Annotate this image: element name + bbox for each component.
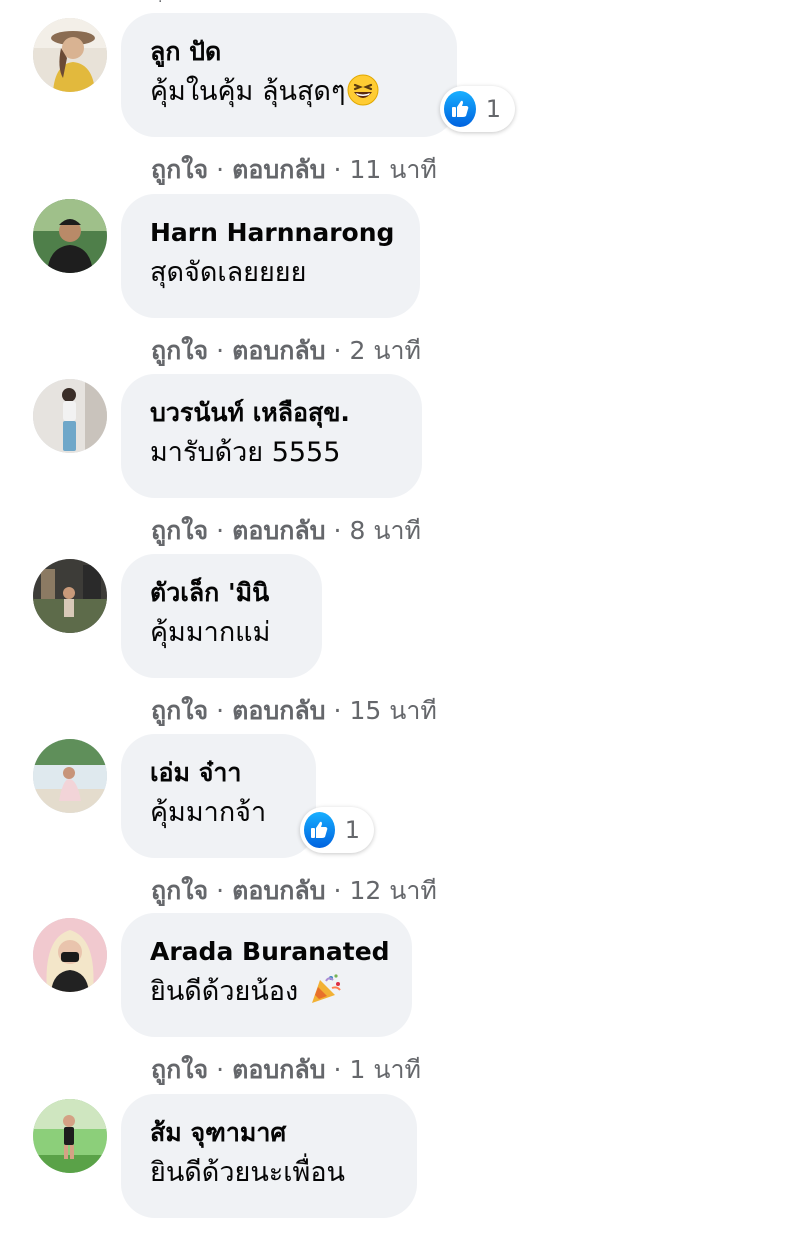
comment-text: คุ้มในคุ้ม ลุ้นสุดๆ <box>150 71 427 119</box>
comment-item: Harn Harnnarong สุดจัดเลยยยย ถูกใจ · ตอบกล… <box>0 194 800 379</box>
comment-author[interactable]: เอ่ม จ๋าา <box>150 754 286 792</box>
comment-actions: ถูกใจ · ตอบกลับ · 12 นาที <box>151 873 437 909</box>
reply-button[interactable]: ตอบกลับ <box>232 1055 325 1084</box>
comment-text: มารับด้วย 5555 <box>150 437 341 468</box>
reply-button[interactable]: ตอบกลับ <box>232 516 325 545</box>
comment-author[interactable]: Harn Harnnarong <box>150 214 394 252</box>
like-button[interactable]: ถูกใจ <box>151 876 208 905</box>
reaction-badge[interactable]: 1 <box>440 86 515 132</box>
separator-dot: · <box>333 1055 342 1084</box>
like-button[interactable]: ถูกใจ <box>151 1055 208 1084</box>
separator-dot: · <box>216 696 225 725</box>
reply-button[interactable]: ตอบกลับ <box>232 336 325 365</box>
separator-dot: · <box>216 876 225 905</box>
avatar-photo-icon <box>33 739 107 813</box>
avatar[interactable] <box>33 918 107 992</box>
comment-text-body: คุ้มในคุ้ม ลุ้นสุดๆ <box>150 76 346 107</box>
comment-text-body: ยินดีด้วยน้อง <box>150 976 299 1007</box>
avatar-photo-icon <box>33 918 107 992</box>
previous-comment-remnant: · <box>158 0 163 10</box>
avatar[interactable] <box>33 1099 107 1173</box>
avatar[interactable] <box>33 379 107 453</box>
reply-button[interactable]: ตอบกลับ <box>232 876 325 905</box>
comment-timestamp[interactable]: 1 นาที <box>350 1055 421 1084</box>
comment-item: Arada Buranated ยินดีด้วยน้อง ถูกใจ · ตอบก… <box>0 913 800 1098</box>
comment-bubble: Arada Buranated ยินดีด้วยน้อง <box>121 913 412 1037</box>
comment-item: เอ่ม จ๋าา คุ้มมากจ้า 1 ถูกใจ · ตอบกลับ · 12 … <box>0 734 800 919</box>
reaction-count: 1 <box>344 816 360 844</box>
separator-dot: · <box>333 696 342 725</box>
like-button[interactable]: ถูกใจ <box>151 336 208 365</box>
avatar-photo-icon <box>33 559 107 633</box>
comment-author[interactable]: ส้ม จุฑามาศ <box>150 1114 387 1152</box>
comment-text: คุ้มมากแม่ <box>150 617 271 648</box>
comment-bubble: บวรนันท์ เหลือสุข. มารับด้วย 5555 <box>121 374 422 498</box>
separator-dot: · <box>333 336 342 365</box>
party-popper-icon <box>309 972 343 1019</box>
comment-author[interactable]: ลูก ปัด <box>150 33 427 71</box>
avatar[interactable] <box>33 199 107 273</box>
comment-item: ส้ม จุฑามาศ ยินดีด้วยนะเพื่อน <box>0 1094 800 1236</box>
comment-timestamp[interactable]: 8 นาที <box>350 516 421 545</box>
comments-feed: · ลูก ปัด คุ้มในคุ้ม ลุ้นสุดๆ 1 ถูกใจ · … <box>0 0 800 1236</box>
comment-author[interactable]: บวรนันท์ เหลือสุข. <box>150 394 392 432</box>
comment-timestamp[interactable]: 12 นาที <box>350 876 437 905</box>
avatar-photo-icon <box>33 379 107 453</box>
comment-bubble: ตัวเล็ก 'มินิ คุ้มมากแม่ <box>121 554 322 678</box>
comment-actions: ถูกใจ · ตอบกลับ · 11 นาที <box>151 152 437 188</box>
separator-dot: · <box>216 336 225 365</box>
separator-dot: · <box>216 1055 225 1084</box>
reply-button[interactable]: ตอบกลับ <box>232 696 325 725</box>
reaction-count: 1 <box>485 95 501 123</box>
like-button[interactable]: ถูกใจ <box>151 516 208 545</box>
separator-dot: · <box>333 516 342 545</box>
comment-text: คุ้มมากจ้า <box>150 797 267 828</box>
avatar-photo-icon <box>33 18 107 92</box>
comment-bubble: ลูก ปัด คุ้มในคุ้ม ลุ้นสุดๆ <box>121 13 457 137</box>
comment-actions: ถูกใจ · ตอบกลับ · 8 นาที <box>151 513 421 549</box>
avatar[interactable] <box>33 18 107 92</box>
comment-actions: ถูกใจ · ตอบกลับ · 1 นาที <box>151 1052 421 1088</box>
avatar-photo-icon <box>33 1099 107 1173</box>
comment-text: ยินดีด้วยน้อง <box>150 971 382 1019</box>
comment-bubble: Harn Harnnarong สุดจัดเลยยยย <box>121 194 420 318</box>
separator-dot: · <box>333 155 342 184</box>
comment-item: ลูก ปัด คุ้มในคุ้ม ลุ้นสุดๆ 1 ถูกใจ · ตอบก… <box>0 13 800 198</box>
comment-timestamp[interactable]: 2 นาที <box>350 336 421 365</box>
grinning-squinting-face-icon <box>347 74 379 119</box>
comment-bubble: เอ่ม จ๋าา คุ้มมากจ้า <box>121 734 316 858</box>
comment-actions: ถูกใจ · ตอบกลับ · 2 นาที <box>151 333 421 369</box>
avatar[interactable] <box>33 559 107 633</box>
separator-dot: · <box>333 876 342 905</box>
avatar-photo-icon <box>33 199 107 273</box>
comment-timestamp[interactable]: 15 นาที <box>350 696 437 725</box>
like-thumb-icon <box>304 812 335 848</box>
comment-text: ยินดีด้วยนะเพื่อน <box>150 1157 345 1188</box>
separator-dot: · <box>216 155 225 184</box>
separator-dot: · <box>216 516 225 545</box>
comment-author[interactable]: Arada Buranated <box>150 933 390 971</box>
like-button[interactable]: ถูกใจ <box>151 696 208 725</box>
comment-actions: ถูกใจ · ตอบกลับ · 15 นาที <box>151 693 437 729</box>
like-thumb-icon <box>444 91 476 127</box>
comment-timestamp[interactable]: 11 นาที <box>350 155 437 184</box>
comment-bubble: ส้ม จุฑามาศ ยินดีด้วยนะเพื่อน <box>121 1094 417 1218</box>
like-button[interactable]: ถูกใจ <box>151 155 208 184</box>
comment-item: ตัวเล็ก 'มินิ คุ้มมากแม่ ถูกใจ · ตอบกลับ · 1… <box>0 554 800 739</box>
reply-button[interactable]: ตอบกลับ <box>232 155 325 184</box>
avatar[interactable] <box>33 739 107 813</box>
comment-author[interactable]: ตัวเล็ก 'มินิ <box>150 574 292 612</box>
comment-item: บวรนันท์ เหลือสุข. มารับด้วย 5555 ถูกใจ ·… <box>0 374 800 559</box>
reaction-badge[interactable]: 1 <box>300 807 374 853</box>
comment-text: สุดจัดเลยยยย <box>150 257 307 288</box>
